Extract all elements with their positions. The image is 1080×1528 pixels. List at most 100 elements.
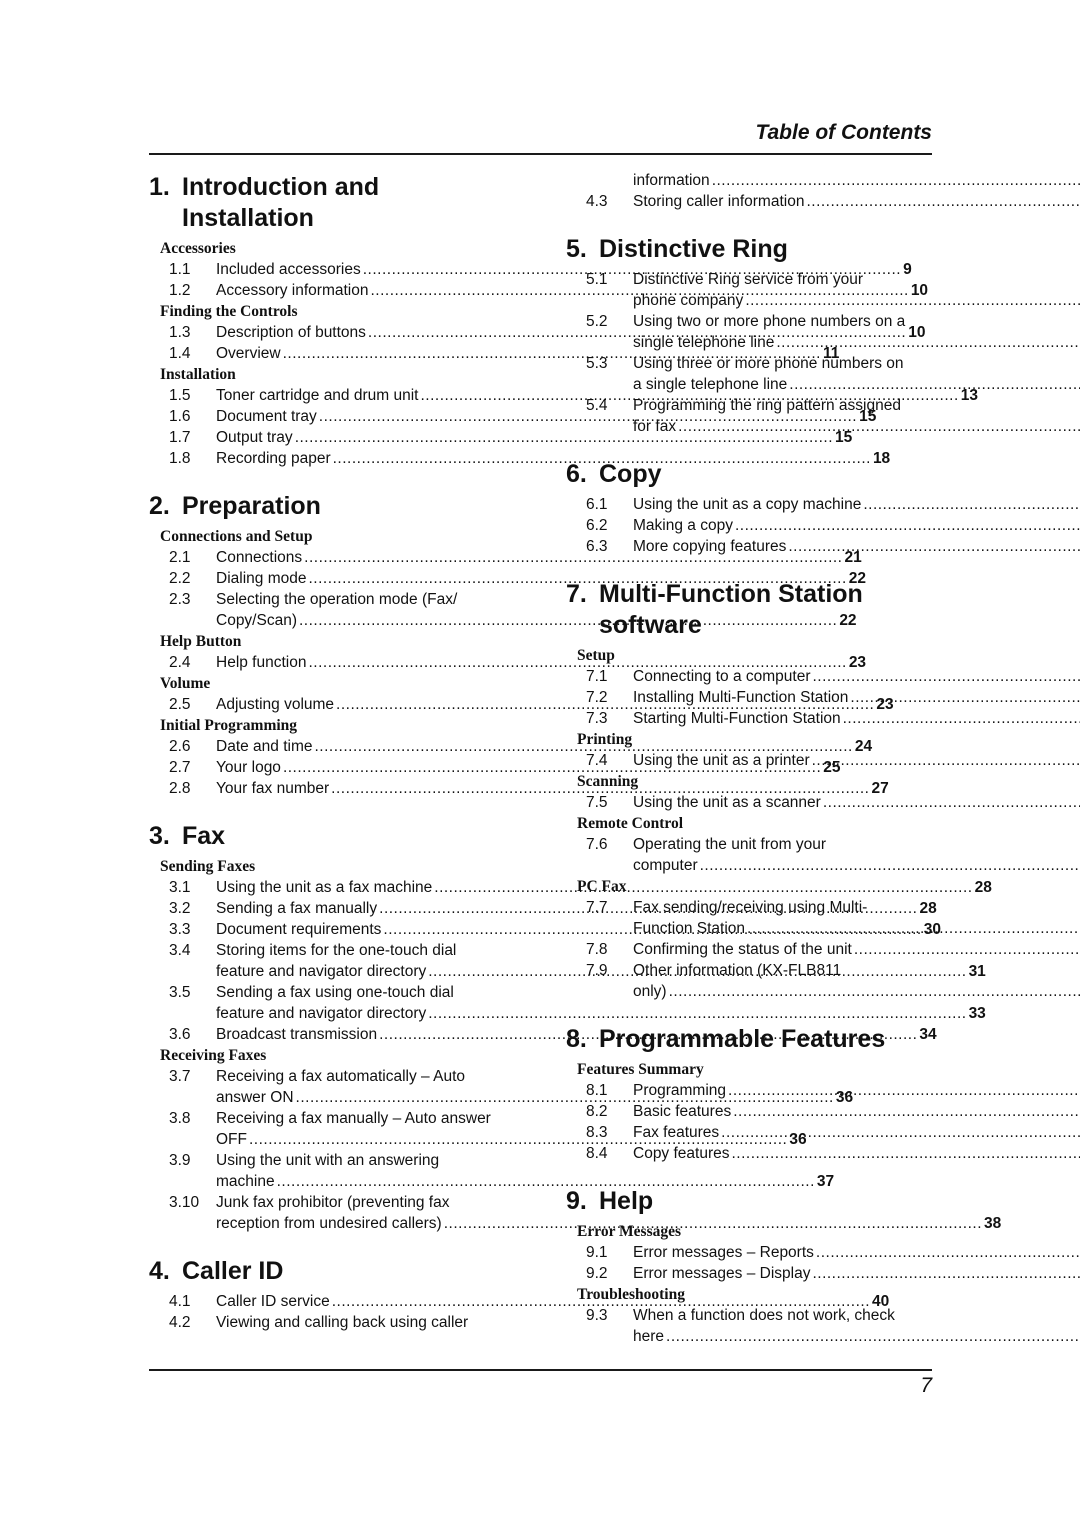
entry-text: feature and navigator directory — [216, 963, 427, 980]
entry-text: Output tray — [216, 429, 293, 446]
entry-text: Overview — [216, 345, 281, 362]
toc-entry[interactable]: 4.1Caller ID service40 — [149, 1291, 889, 1312]
toc-entry[interactable]: 9.2Error messages – Display67 — [566, 1263, 932, 1284]
toc-entry[interactable]: 1.2Accessory information10 — [149, 280, 928, 301]
toc-entry[interactable]: 7.7 Fax sending/receiving using Multi- Fun… — [566, 897, 932, 939]
toc-entry[interactable]: 2.7Your logo25 — [149, 757, 841, 778]
chapter-title[interactable]: 8. Programmable Features — [566, 1022, 932, 1055]
entry-page-number[interactable]: 38 — [984, 1213, 1001, 1234]
dot-leader — [806, 191, 1080, 212]
entry-number: 2.8 — [169, 780, 191, 797]
chapter-title[interactable]: 7. Multi-Function Station software — [566, 577, 932, 641]
toc-entry[interactable]: 1.1Included accessories9 — [149, 259, 912, 280]
entry-text: Making a copy — [633, 517, 733, 534]
chapter-title[interactable]: 3. Fax — [149, 819, 515, 852]
toc-entry[interactable]: 8.1Programming58 — [566, 1080, 932, 1101]
toc-entry[interactable]: 3.7 Receiving a fax automatically – Auto a… — [149, 1066, 853, 1108]
toc-entry[interactable]: 2.3 Selecting the operation mode (Fax/Cop… — [149, 589, 857, 631]
toc-entry[interactable]: 8.4Copy features65 — [566, 1143, 932, 1164]
entry-number: 7.7 — [586, 899, 608, 916]
entry-page-number[interactable]: 28 — [975, 877, 992, 898]
entry-body: When a function does not work, check here… — [633, 1305, 1080, 1347]
entry-number: 3.10 — [169, 1194, 200, 1211]
toc-entry[interactable]: 7.2Installing Multi-Function Station48 — [566, 687, 932, 708]
entry-body: Storing caller information41 — [633, 191, 1080, 212]
toc-entry[interactable]: 6.3More copying features46 — [566, 536, 932, 557]
chapter-spacer — [149, 469, 515, 489]
chapter-title[interactable]: 4. Caller ID — [149, 1254, 515, 1287]
toc-entry[interactable]: 1.7Output tray15 — [149, 427, 852, 448]
toc-entry[interactable]: 4.3Storing caller information41 — [566, 191, 932, 212]
toc-entry[interactable]: 3.3Document requirements30 — [149, 919, 941, 940]
toc-entry[interactable]: 2.6Date and time24 — [149, 736, 872, 757]
toc-entry[interactable]: 3.2Sending a fax manually28 — [149, 898, 937, 919]
toc-entry[interactable]: 9.1Error messages – Reports66 — [566, 1242, 932, 1263]
entry-text: Description of buttons — [216, 324, 366, 341]
toc-entry[interactable]: 3.9 Using the unit with an answering machi… — [149, 1150, 834, 1192]
toc-entry[interactable]: 3.1 Using the unit as a fax machine 28 — [149, 877, 992, 898]
toc-entry[interactable]: 5.1 Distinctive Ring service from your pho… — [566, 269, 932, 311]
entry-line: More copying features46 — [633, 536, 1080, 557]
entry-page-number[interactable]: 33 — [969, 1003, 986, 1024]
toc-entry[interactable]: 7.1Connecting to a computer48 — [566, 666, 932, 687]
entry-body: Confirming the status of the unit56 — [633, 939, 1080, 960]
chapter-title[interactable]: 2. Preparation — [149, 489, 515, 522]
toc-entry[interactable]: 2.8Your fax number27 — [149, 778, 889, 799]
toc-entry[interactable]: 7.8Confirming the status of the unit56 — [566, 939, 932, 960]
toc-entry[interactable]: 7.9Other information (KX-FLB811only)56 — [566, 960, 932, 1002]
chapter-title[interactable]: 9. Help — [566, 1184, 932, 1217]
toc-entry[interactable]: 8.3Fax features61 — [566, 1122, 932, 1143]
toc-entry[interactable]: 1.5Toner cartridge and drum unit13 — [149, 385, 978, 406]
toc-entry[interactable]: 4.2 Viewing and calling back using caller — [149, 1312, 515, 1333]
entry-line: Connecting to a computer48 — [633, 666, 1080, 687]
toc-entry[interactable]: 3.6Broadcast transmission34 — [149, 1024, 937, 1045]
dot-leader — [823, 792, 1080, 813]
entry-number: 2.4 — [169, 654, 191, 671]
toc-entry[interactable]: 1.6Document tray15 — [149, 406, 876, 427]
entry-text: a single telephone line — [633, 376, 788, 393]
toc-entry[interactable]: 7.3Starting Multi-Function Station50 — [566, 708, 932, 729]
toc-entry[interactable]: 7.4Using the unit as a printer50 — [566, 750, 932, 771]
entry-text: Dialing mode — [216, 570, 307, 587]
chapter-spacer — [566, 1164, 932, 1184]
toc-entry[interactable]: 1.4Overview11 — [149, 343, 839, 364]
toc-entry[interactable]: 3.5 Sending a fax using one-touch dial fea… — [149, 982, 986, 1024]
entry-text: phone company — [633, 292, 744, 309]
entry-line: information40 — [633, 170, 1080, 191]
entry-number: 5.4 — [586, 397, 608, 414]
chapter-title[interactable]: 1. Introduction and Installation — [149, 170, 515, 234]
toc-entry[interactable]: 1.8Recording paper18 — [149, 448, 890, 469]
chapter-title[interactable]: 5. Distinctive Ring — [566, 232, 932, 265]
chapter-title[interactable]: 6. Copy — [566, 457, 932, 490]
entry-number: 2.1 — [169, 549, 191, 566]
toc-entry[interactable]: 5.4 Programming the ring pattern assigned… — [566, 395, 932, 437]
entry-number: 5.1 — [586, 271, 608, 288]
entry-body: Other information (KX-FLB811 only)56 — [633, 960, 1080, 1002]
toc-entry[interactable]: information40 — [566, 170, 932, 191]
entry-body: Programming the ring pattern assigned for… — [633, 395, 1080, 437]
chapter-title-text: Introduction and Installation — [182, 173, 380, 232]
toc-entry[interactable]: 5.3 Using three or more phone numbers on a… — [566, 353, 932, 395]
entry-number: 1.7 — [169, 429, 191, 446]
entry-text: information — [633, 172, 710, 189]
toc-entry[interactable]: 3.4 Storing items for the one-touch dial f… — [149, 940, 986, 982]
entry-text: machine — [216, 1173, 275, 1190]
entry-number: 7.5 — [586, 794, 608, 811]
toc-entry[interactable]: 2.4Help function23 — [149, 652, 866, 673]
toc-entry[interactable]: 1.3Description of buttons10 — [149, 322, 926, 343]
entry-text: Error messages – Reports — [633, 1244, 814, 1261]
entry-number: 3.3 — [169, 921, 191, 938]
toc-entry[interactable]: 7.6Operating the unit from yourcomputer5… — [566, 834, 932, 876]
toc-entry[interactable]: 9.3 When a function does not work, check h… — [566, 1305, 932, 1347]
toc-entry[interactable]: 8.2Basic features59 — [566, 1101, 932, 1122]
entry-body: information40 — [633, 170, 1080, 191]
toc-entry[interactable]: 5.2 Using two or more phone numbers on a s… — [566, 311, 932, 353]
toc-entry[interactable]: 3.10 Junk fax prohibitor (preventing fax r… — [149, 1192, 1001, 1234]
toc-entry[interactable]: 3.8 Receiving a fax manually – Auto answe… — [149, 1108, 807, 1150]
toc-entry[interactable]: 2.1Connections21 — [149, 547, 862, 568]
toc-entry[interactable]: 2.2Dialing mode22 — [149, 568, 866, 589]
toc-entry[interactable]: 7.5Using the unit as a scanner53 — [566, 792, 932, 813]
toc-entry[interactable]: 6.2Making a copy44 — [566, 515, 932, 536]
toc-entry[interactable]: 2.5Adjusting volume23 — [149, 694, 894, 715]
toc-entry[interactable]: 6.1Using the unit as a copy machine44 — [566, 494, 932, 515]
